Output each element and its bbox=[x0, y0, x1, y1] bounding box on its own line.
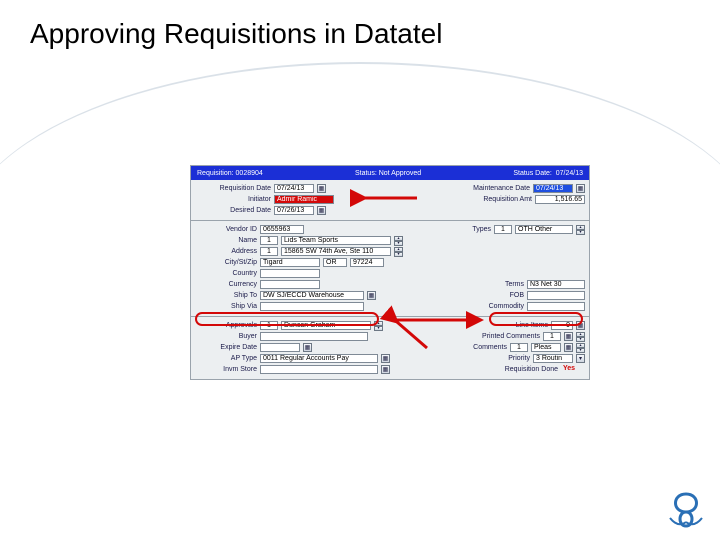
spinner-icon[interactable]: ▴▾ bbox=[394, 236, 403, 246]
addr-no-field[interactable]: 1 bbox=[260, 247, 278, 256]
reqdone-label: Requisition Done bbox=[505, 366, 558, 373]
req-label: Requisition: 0028904 bbox=[197, 170, 263, 177]
currency-field[interactable] bbox=[260, 280, 320, 289]
spinner-icon[interactable]: ▴▾ bbox=[576, 332, 585, 342]
comments-field[interactable]: Pleas bbox=[531, 343, 561, 352]
terms-field[interactable]: N3 Net 30 bbox=[527, 280, 585, 289]
commodity-field[interactable] bbox=[527, 302, 585, 311]
page-title: Approving Requisitions in Datatel bbox=[0, 0, 720, 50]
currency-label: Currency bbox=[195, 281, 257, 288]
line-items-label: Line Items bbox=[516, 322, 548, 329]
shipvia-label: Ship Via bbox=[195, 303, 257, 310]
types-no-field[interactable]: 1 bbox=[494, 225, 512, 234]
form-header: Requisition: 0028904 Status: Not Approve… bbox=[191, 166, 589, 180]
approvals-field[interactable]: Duncan Graham bbox=[281, 321, 371, 330]
comments-label: Comments bbox=[473, 344, 507, 351]
req-date-field[interactable]: 07/24/13 bbox=[274, 184, 314, 193]
approvals-label: Approvals bbox=[195, 322, 257, 329]
terms-label: Terms bbox=[505, 281, 524, 288]
priority-label: Priority bbox=[508, 355, 530, 362]
invm-field[interactable] bbox=[260, 365, 378, 374]
initiator-label: Initiator bbox=[195, 196, 271, 203]
printed-label: Printed Comments bbox=[482, 333, 540, 340]
calendar-icon[interactable]: ▦ bbox=[303, 343, 312, 352]
address-label: Address bbox=[195, 248, 257, 255]
detail-icon[interactable]: ▦ bbox=[564, 332, 573, 341]
requisition-form: Requisition: 0028904 Status: Not Approve… bbox=[190, 165, 590, 380]
maint-date-label: Maintenance Date bbox=[473, 185, 530, 192]
addr-field[interactable]: 15865 SW 74th Ave, Ste 110 bbox=[281, 247, 391, 256]
detail-icon[interactable]: ▦ bbox=[381, 365, 390, 374]
name-no-field[interactable]: 1 bbox=[260, 236, 278, 245]
spinner-icon[interactable]: ▴▾ bbox=[576, 343, 585, 353]
name-field[interactable]: Lids Team Sports bbox=[281, 236, 391, 245]
decorative-flourish bbox=[664, 488, 708, 532]
shipvia-field[interactable] bbox=[260, 302, 364, 311]
country-label: Country bbox=[195, 270, 257, 277]
line-items-field[interactable]: 9 bbox=[551, 321, 573, 330]
section-dates: Requisition Date 07/24/13 ▦ Maintenance … bbox=[191, 180, 589, 220]
zip-field[interactable]: 97224 bbox=[350, 258, 384, 267]
maint-date-field[interactable]: 07/24/13 bbox=[533, 184, 573, 193]
section-approvals: Approvals 1 Duncan Graham ▴▾ Line Items … bbox=[191, 316, 589, 379]
reqdone-field: Yes bbox=[561, 365, 585, 374]
fob-field[interactable] bbox=[527, 291, 585, 300]
calendar-icon[interactable]: ▦ bbox=[317, 184, 326, 193]
shipto-label: Ship To bbox=[195, 292, 257, 299]
detail-icon[interactable]: ▦ bbox=[576, 321, 585, 330]
initiator-field[interactable]: Admir Ramic bbox=[274, 195, 334, 204]
buyer-field[interactable] bbox=[260, 332, 368, 341]
req-date-label: Requisition Date bbox=[195, 185, 271, 192]
country-field[interactable] bbox=[260, 269, 320, 278]
vendor-id-label: Vendor ID bbox=[195, 226, 257, 233]
commodity-label: Commodity bbox=[489, 303, 524, 310]
detail-icon[interactable]: ▦ bbox=[367, 291, 376, 300]
spinner-icon[interactable]: ▴▾ bbox=[394, 247, 403, 257]
vendor-id-field[interactable]: 0655963 bbox=[260, 225, 304, 234]
city-field[interactable]: Tigard bbox=[260, 258, 320, 267]
desired-date-field[interactable]: 07/26/13 bbox=[274, 206, 314, 215]
req-amt-field: 1,516.65 bbox=[535, 195, 585, 204]
status-date: Status Date: 07/24/13 bbox=[513, 170, 583, 177]
approvals-no-field[interactable]: 1 bbox=[260, 321, 278, 330]
calendar-icon[interactable]: ▦ bbox=[317, 206, 326, 215]
detail-icon[interactable]: ▦ bbox=[564, 343, 573, 352]
dropdown-icon[interactable]: ▾ bbox=[576, 354, 585, 363]
types-field[interactable]: OTH Other bbox=[515, 225, 573, 234]
fob-label: FOB bbox=[510, 292, 524, 299]
expire-field[interactable] bbox=[260, 343, 300, 352]
types-label: Types bbox=[472, 226, 491, 233]
city-label: City/St/Zip bbox=[195, 259, 257, 266]
aptype-field[interactable]: 0011 Regular Accounts Pay bbox=[260, 354, 378, 363]
shipto-field[interactable]: DW SJ/ECCD Warehouse bbox=[260, 291, 364, 300]
name-label: Name bbox=[195, 237, 257, 244]
detail-icon[interactable]: ▦ bbox=[381, 354, 390, 363]
section-vendor: Vendor ID 0655963 Types 1 OTH Other ▴▾ N… bbox=[191, 220, 589, 316]
comments-no-field[interactable]: 1 bbox=[510, 343, 528, 352]
printed-no-field[interactable]: 1 bbox=[543, 332, 561, 341]
req-amt-label: Requisition Amt bbox=[483, 196, 532, 203]
calendar-icon[interactable]: ▦ bbox=[576, 184, 585, 193]
priority-field[interactable]: 3 Routin bbox=[533, 354, 573, 363]
state-field[interactable]: OR bbox=[323, 258, 347, 267]
status-label: Status: Not Approved bbox=[355, 170, 421, 177]
expire-label: Expire Date bbox=[195, 344, 257, 351]
spinner-icon[interactable]: ▴▾ bbox=[576, 225, 585, 235]
invm-label: Invm Store bbox=[195, 366, 257, 373]
buyer-label: Buyer bbox=[195, 333, 257, 340]
aptype-label: AP Type bbox=[195, 355, 257, 362]
desired-date-label: Desired Date bbox=[195, 207, 271, 214]
spinner-icon[interactable]: ▴▾ bbox=[374, 321, 383, 331]
